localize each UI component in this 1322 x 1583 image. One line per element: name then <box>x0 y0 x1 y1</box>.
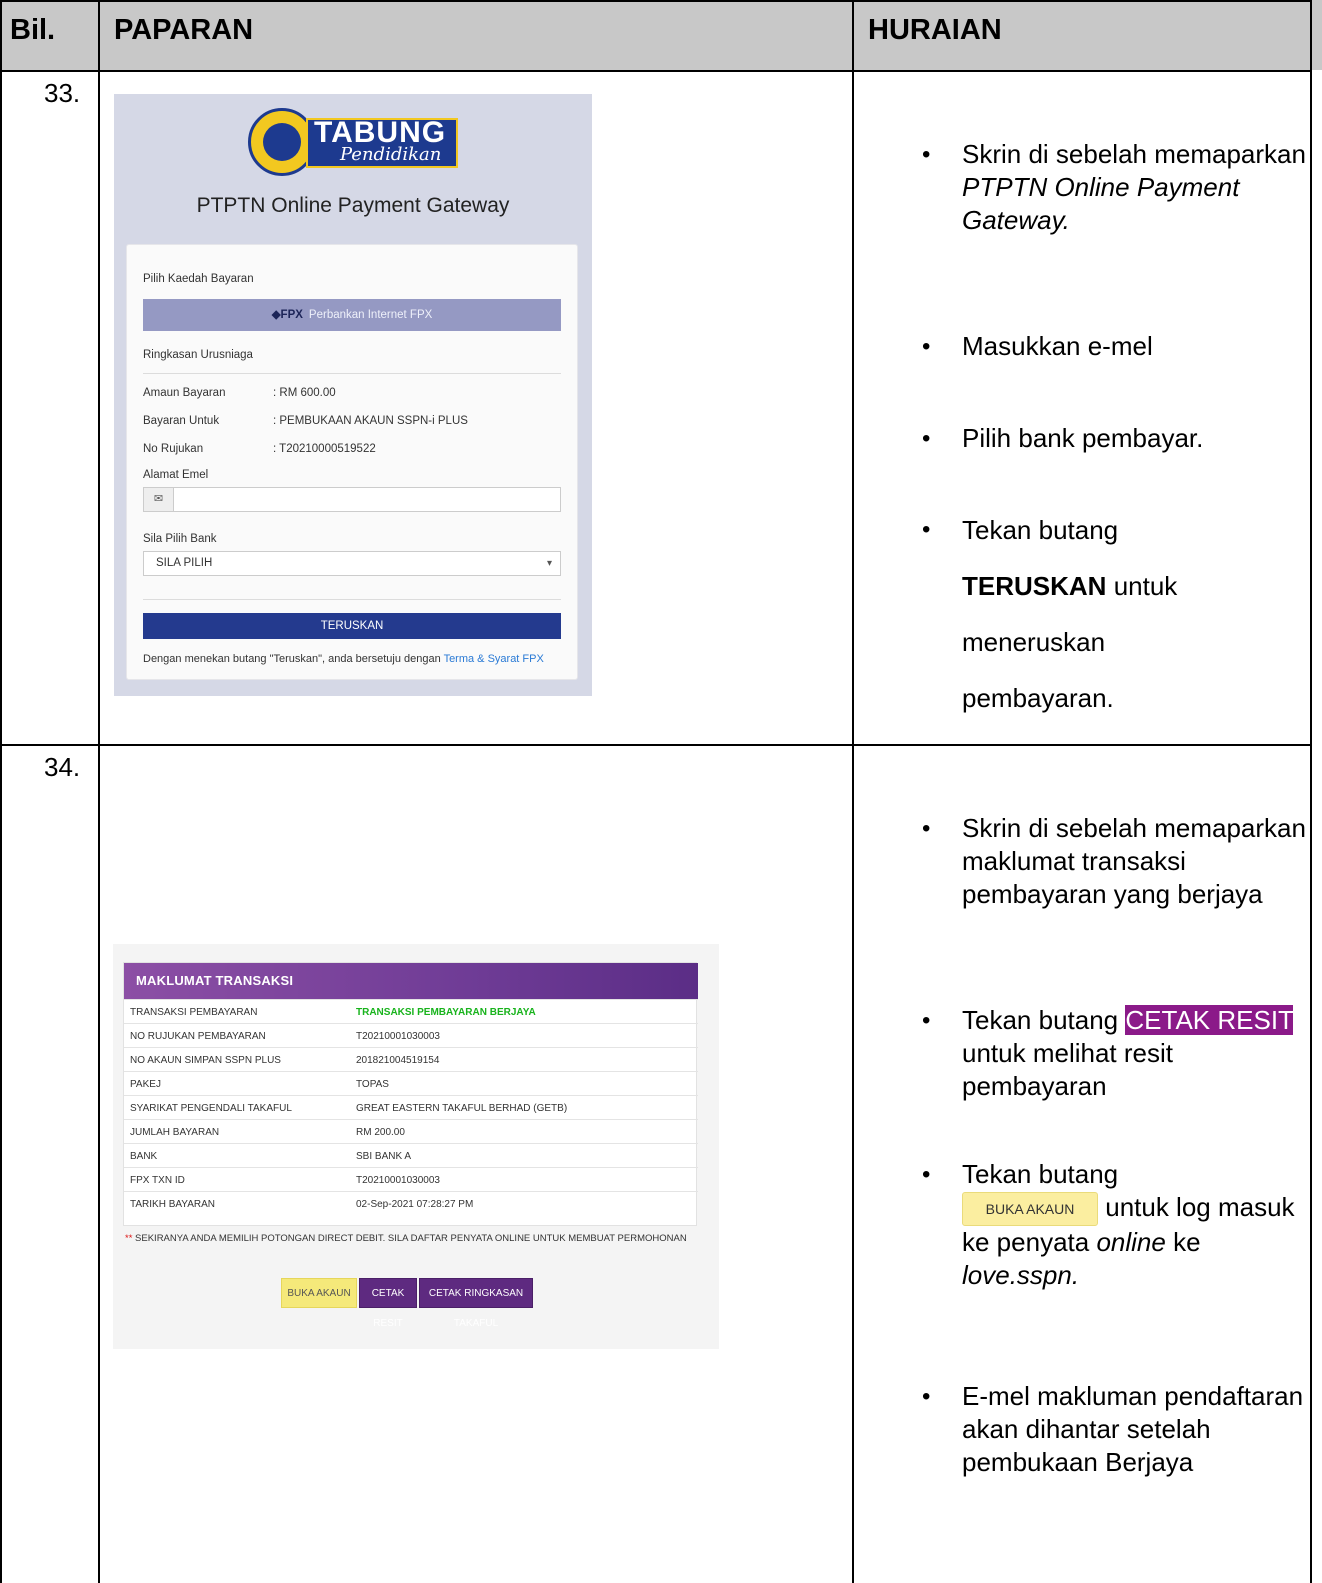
bank-select[interactable]: SILA PILIH ▾ <box>143 551 561 576</box>
transaction-value: SBI BANK A <box>356 1151 412 1162</box>
transaction-key: NO AKAUN SIMPAN SSPN PLUS <box>130 1055 281 1066</box>
terms-link[interactable]: Terma & Syarat FPX <box>444 653 544 665</box>
transaction-value: 02-Sep-2021 07:28:27 PM <box>356 1199 474 1210</box>
transaction-panel: MAKLUMAT TRANSAKSI TRANSAKSI PEMBAYARAN T… <box>123 962 698 1226</box>
transaction-key: NO RUJUKAN PEMBAYARAN <box>130 1031 266 1042</box>
header-paparan: PAPARAN <box>114 14 254 46</box>
desc34-bullet-3: • Tekan butang BUKA AKAUN untuk log masuk… <box>922 1159 1295 1291</box>
email-label: Alamat Emel <box>143 469 209 481</box>
desc34-bullet-4: • E-mel makluman pendaftaran akan dihanta… <box>922 1381 1304 1477</box>
row-number-34: 34. <box>44 752 81 782</box>
table-row: PAKEJ TOPAS <box>124 1071 698 1095</box>
table-row: TRANSAKSI PEMBAYARAN TRANSAKSI PEMBAYARAN… <box>124 999 698 1023</box>
transaction-header: MAKLUMAT TRANSAKSI <box>124 963 698 999</box>
desc34-bullet-1: • Skrin di sebelah memaparkan maklumat tr… <box>922 813 1306 909</box>
border-top <box>0 0 1312 2</box>
transaction-key: TRANSAKSI PEMBAYARAN <box>130 1007 258 1018</box>
detail-value-reference: : T20210000519522 <box>273 443 376 455</box>
transaction-value: T20210001030003 <box>356 1175 440 1186</box>
transaction-key: BANK <box>130 1151 158 1162</box>
table-row: NO RUJUKAN PEMBAYARAN T20210001030003 <box>124 1023 698 1047</box>
desc33-bullet-3: • Pilih bank pembayar. <box>922 423 1204 453</box>
direct-debit-note: ** SEKIRANYA ANDA MEMILIH POTONGAN DIREC… <box>125 1233 687 1244</box>
continue-button[interactable]: TERUSKAN <box>143 613 561 639</box>
desc33-bullet-4: • Tekan butang TERUSKAN untuk meneruskan… <box>922 515 1178 713</box>
transaction-value: 201821004519154 <box>356 1055 440 1066</box>
gateway-title: PTPTN Online Payment Gateway <box>196 194 510 217</box>
email-field[interactable]: ✉ <box>143 487 561 512</box>
header-bil: Bil. <box>10 14 56 46</box>
cetak-ringkasan-takaful-button[interactable]: CETAK RINGKASAN TAKAFUL <box>419 1278 533 1329</box>
payment-card: Pilih Kaedah Bayaran ◆FPX Perbankan Inter… <box>126 244 578 680</box>
envelope-icon: ✉ <box>144 488 174 511</box>
fpx-option-button[interactable]: ◆FPX Perbankan Internet FPX <box>143 299 561 331</box>
table-row: FPX TXN ID T20210001030003 <box>124 1167 698 1191</box>
border-left <box>0 0 2 1583</box>
table-row: JUMLAH BAYARAN RM 200.00 <box>124 1119 698 1143</box>
buka-akaun-button[interactable]: BUKA AKAUN <box>281 1278 357 1308</box>
header-huraian: HURAIAN <box>868 14 1002 46</box>
summary-label: Ringkasan Urusniaga <box>143 349 253 361</box>
fpx-diamond-icon: ◆ <box>271 309 281 321</box>
transaction-key: TARIKH BAYARAN <box>130 1199 216 1210</box>
fpx-option-label: Perbankan Internet FPX <box>308 309 433 321</box>
instruction-table: Bil. PAPARAN HURAIAN 33. 34. TABUNG Pend… <box>0 0 1322 1583</box>
detail-value-amount: : RM 600.00 <box>273 387 336 399</box>
logo-text-sub: Pendidikan <box>340 144 442 165</box>
transaction-value: T20210001030003 <box>356 1031 440 1042</box>
transaction-key: PAKEJ <box>130 1079 161 1090</box>
summary-divider <box>143 373 561 374</box>
detail-key-reference: No Rujukan <box>143 443 204 455</box>
row-number-33: 33. <box>44 78 81 108</box>
transaction-value: GREAT EASTERN TAKAFUL BERHAD (GETB) <box>356 1103 568 1114</box>
transaction-key: SYARIKAT PENGENDALI TAKAFUL <box>130 1103 292 1114</box>
transaction-value: TRANSAKSI PEMBAYARAN BERJAYA <box>356 1007 536 1018</box>
gateway-screenshot: TABUNG Pendidikan PTPTN Online Payment G… <box>114 94 592 696</box>
detail-value-purpose: : PEMBUKAAN AKAUN SSPN-i PLUS <box>273 415 468 427</box>
fpx-logo: ◆FPX <box>271 309 303 321</box>
table-row: SYARIKAT PENGENDALI TAKAFUL GREAT EASTERN… <box>124 1095 698 1119</box>
detail-key-purpose: Bayaran Untuk <box>143 415 220 427</box>
chevron-down-icon: ▾ <box>546 558 552 569</box>
table-row: BANK SBI BANK A <box>124 1143 698 1167</box>
transaction-key: FPX TXN ID <box>130 1175 185 1186</box>
row-divider <box>0 744 1312 746</box>
cetak-resit-button[interactable]: CETAK RESIT <box>359 1278 417 1329</box>
transaction-value: TOPAS <box>356 1079 389 1090</box>
table-row: NO AKAUN SIMPAN SSPN PLUS 201821004519154 <box>124 1047 698 1071</box>
cetak-resit-highlight: CETAK RESIT <box>1125 1005 1294 1035</box>
border-right <box>1310 0 1312 1583</box>
column-divider-1 <box>98 0 100 1583</box>
payment-method-label: Pilih Kaedah Bayaran <box>143 273 254 285</box>
desc34-bullet-2: • Tekan butang CETAK RESIT untuk melihat … <box>922 1005 1294 1101</box>
bank-selected-value: SILA PILIH <box>156 557 213 569</box>
column-divider-2 <box>852 0 854 1583</box>
form-divider <box>143 599 561 600</box>
bank-label: Sila Pilih Bank <box>143 533 217 545</box>
buka-akaun-inline-button: BUKA AKAUN <box>962 1192 1098 1227</box>
desc33-bullet-2: • Masukkan e-mel <box>922 331 1153 361</box>
transaction-value: RM 200.00 <box>356 1127 405 1138</box>
transaction-screenshot: MAKLUMAT TRANSAKSI TRANSAKSI PEMBAYARAN T… <box>113 944 719 1349</box>
terms-text: Dengan menekan butang "Teruskan", anda b… <box>143 653 544 665</box>
transaction-key: JUMLAH BAYARAN <box>130 1127 220 1138</box>
desc33-bullet-1: • Skrin di sebelah memaparkan PTPTN Onlin… <box>922 139 1306 235</box>
detail-key-amount: Amaun Bayaran <box>143 387 226 399</box>
header-divider <box>0 70 1312 72</box>
tabung-pendidikan-logo: TABUNG Pendidikan <box>248 108 458 176</box>
table-row: TARIKH BAYARAN 02-Sep-2021 07:28:27 PM <box>124 1191 698 1215</box>
